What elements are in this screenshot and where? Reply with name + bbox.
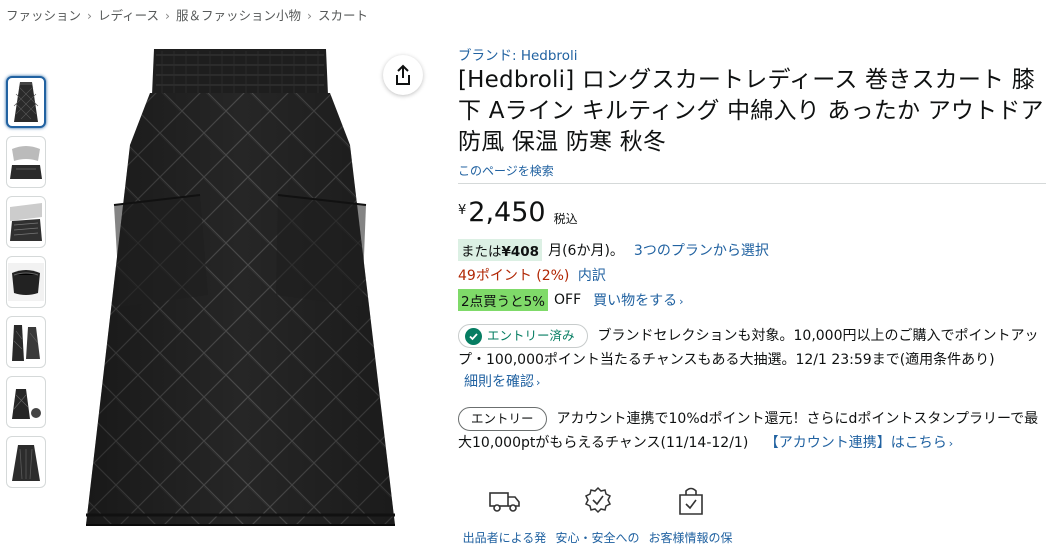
feature-label: 安心・安全への xyxy=(555,531,640,545)
installment-text: 月(6か月)。 xyxy=(548,243,624,259)
truck-icon xyxy=(488,492,520,512)
skirt-thumbnail-image xyxy=(13,82,39,122)
installment-plans-link[interactable]: 3つのプランから選択 xyxy=(634,240,769,260)
breadcrumb-item-fashion[interactable]: ファッション xyxy=(6,8,81,23)
installment-badge: または¥408 xyxy=(458,239,543,261)
thumbnail-list xyxy=(6,76,46,496)
thumbnail-2[interactable] xyxy=(6,136,46,188)
thumbnail-6[interactable] xyxy=(6,376,46,428)
entry-done-pill[interactable]: エントリー済み xyxy=(458,324,588,348)
installment-prefix: または xyxy=(461,244,502,260)
feature-label: 出品者による発 xyxy=(462,531,547,545)
feature-privacy[interactable]: お客様情報の保 xyxy=(644,486,737,546)
thumbnail-4[interactable] xyxy=(6,256,46,308)
breadcrumb-item-skirt[interactable]: スカート xyxy=(318,8,368,23)
points-detail-link[interactable]: 内訳 xyxy=(578,268,606,284)
campaign-entry-1: エントリー済み ブランドセレクションも対象。10,000円以上のご購入でポイント… xyxy=(458,324,1048,393)
promo-row: 2点買うと5% OFF 買い物をする › xyxy=(458,289,1048,311)
entry-done-label: エントリー済み xyxy=(487,328,575,343)
price-currency: ¥ xyxy=(458,203,467,218)
breadcrumb-separator: › xyxy=(87,8,93,23)
breadcrumb-separator: › xyxy=(165,8,171,23)
skirt-fabric-thumbnail xyxy=(10,203,42,241)
campaign-entry-2: エントリー アカウント連携で10%dポイント還元！さらにdポイントスタンプラリーで… xyxy=(458,407,1048,456)
skirt-model-thumbnail xyxy=(12,325,40,361)
thumbnail-1[interactable] xyxy=(6,76,46,128)
secure-bag-icon xyxy=(678,487,703,515)
promo-off-label: OFF xyxy=(554,292,582,308)
chevron-right-icon: › xyxy=(948,437,954,450)
installment-row: または¥408 月(6か月)。 3つのプランから選択 xyxy=(458,239,1048,261)
thumbnail-5[interactable] xyxy=(6,316,46,368)
share-icon xyxy=(396,64,410,85)
breadcrumb-item-ladies[interactable]: レディース xyxy=(98,8,159,23)
main-product-image[interactable] xyxy=(50,45,430,540)
feature-seller-shipping[interactable]: 出品者による発 xyxy=(458,486,551,546)
points-row: 49ポイント (2%) 内訳 xyxy=(458,265,1048,285)
promo-badge: 2点買うと5% xyxy=(458,289,549,311)
thumbnail-3[interactable] xyxy=(6,196,46,248)
check-icon xyxy=(465,327,482,345)
entry-button[interactable]: エントリー xyxy=(458,407,547,431)
product-title: [Hedbroli] ロングスカートレディース 巻きスカート 膝下 Aライン キ… xyxy=(458,67,1044,155)
feature-icons: 出品者による発 安心・安全への お客様情報の保 xyxy=(458,486,737,546)
account-link[interactable]: 【アカウント連携】はこちら › xyxy=(765,435,953,451)
skirt-detail-thumbnail xyxy=(10,146,42,179)
badge-check-icon xyxy=(584,486,611,514)
points-value: 49ポイント (2%) xyxy=(458,268,570,284)
breadcrumb-separator: › xyxy=(307,8,313,23)
feature-label: お客様情報の保 xyxy=(648,531,733,545)
price-value: 2,450 xyxy=(468,197,546,228)
promo-shop-label: 買い物をする xyxy=(593,293,678,309)
terms-link[interactable]: 細則を確認 › xyxy=(464,372,1048,393)
share-button[interactable] xyxy=(383,55,423,95)
promo-shop-link[interactable]: 買い物をする › xyxy=(593,290,683,310)
chevron-right-icon: › xyxy=(679,295,684,308)
skirt-outfit-thumbnail xyxy=(12,389,41,419)
brand-link[interactable]: ブランド: Hedbroli xyxy=(458,44,1048,64)
breadcrumb-item-clothing[interactable]: 服＆ファッション小物 xyxy=(176,8,301,23)
price-block: ¥ 2,450 税込 xyxy=(458,198,1048,228)
feature-safety[interactable]: 安心・安全への xyxy=(551,486,644,546)
price-tax-label: 税込 xyxy=(553,212,578,226)
search-page-link[interactable]: このページを検索 xyxy=(458,162,1048,179)
terms-link-label: 細則を確認 xyxy=(464,374,534,390)
quilted-skirt-image xyxy=(86,49,395,526)
skirt-waist-thumbnail xyxy=(8,263,44,301)
breadcrumb: ファッション › レディース › 服＆ファッション小物 › スカート xyxy=(6,5,368,24)
account-link-label: 【アカウント連携】はこちら xyxy=(764,435,947,451)
installment-amount: ¥408 xyxy=(501,244,540,260)
divider xyxy=(458,183,1046,184)
skirt-variant-thumbnail xyxy=(12,445,40,481)
product-info: ブランド: Hedbroli [Hedbroli] ロングスカートレディース 巻… xyxy=(458,44,1048,456)
chevron-right-icon: › xyxy=(536,376,541,389)
thumbnail-7[interactable] xyxy=(6,436,46,488)
